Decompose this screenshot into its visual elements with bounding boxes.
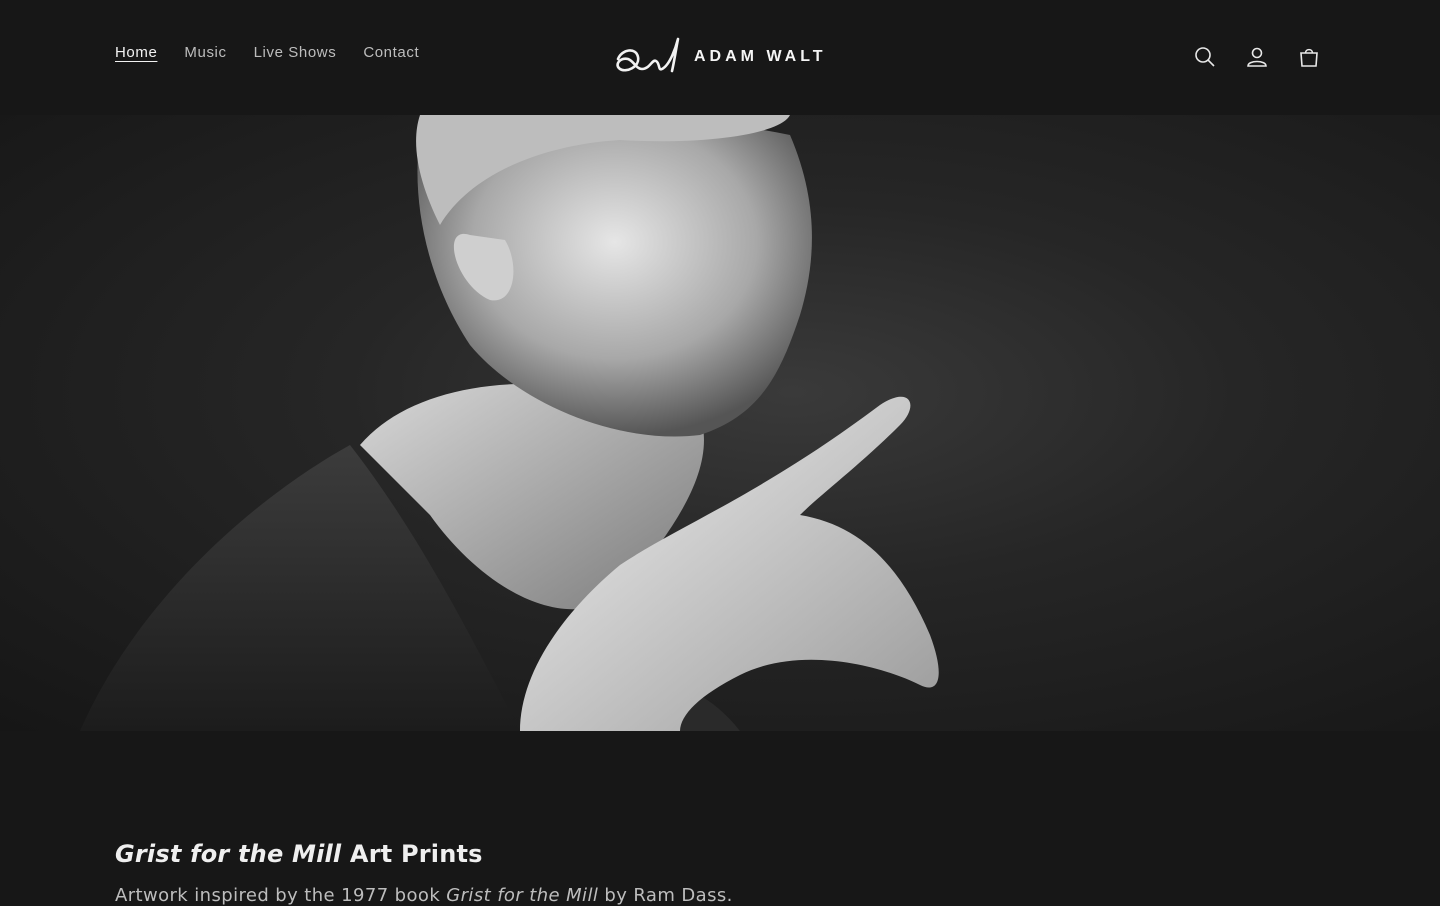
nav-home-link[interactable]: Home (115, 44, 157, 61)
section-description: Artwork inspired by the 1977 book Grist … (115, 885, 733, 906)
brand-logo[interactable]: ADAM WALT (612, 32, 827, 82)
cart-button[interactable] (1290, 38, 1328, 76)
search-icon (1195, 47, 1215, 67)
heading-rest: Art Prints (341, 839, 483, 868)
description-suffix: by Ram Dass. (598, 885, 733, 906)
nav-contact-link[interactable]: Contact (363, 44, 419, 61)
brand-name: ADAM WALT (694, 48, 827, 65)
featured-section: Grist for the Mill Art Prints Artwork in… (0, 731, 1440, 906)
account-icon (1247, 47, 1267, 67)
cart-icon (1300, 48, 1318, 67)
nav-music-link[interactable]: Music (184, 44, 226, 61)
account-button[interactable] (1238, 38, 1276, 76)
heading-italic-title: Grist for the Mill (115, 839, 342, 868)
hero-banner (0, 115, 1440, 731)
header-icons (1186, 38, 1328, 76)
search-button[interactable] (1186, 38, 1224, 76)
main-nav: Home Music Live Shows Contact (115, 44, 419, 61)
site-header: Home Music Live Shows Contact ADAM WALT (0, 0, 1440, 115)
description-prefix: Artwork inspired by the 1977 book (115, 885, 447, 906)
section-heading: Grist for the Mill Art Prints (115, 840, 483, 868)
signature-logo-mark (616, 37, 680, 73)
nav-live-shows-link[interactable]: Live Shows (254, 44, 337, 61)
hero-portrait-image (80, 115, 939, 731)
description-book-title: Grist for the Mill (446, 885, 599, 906)
